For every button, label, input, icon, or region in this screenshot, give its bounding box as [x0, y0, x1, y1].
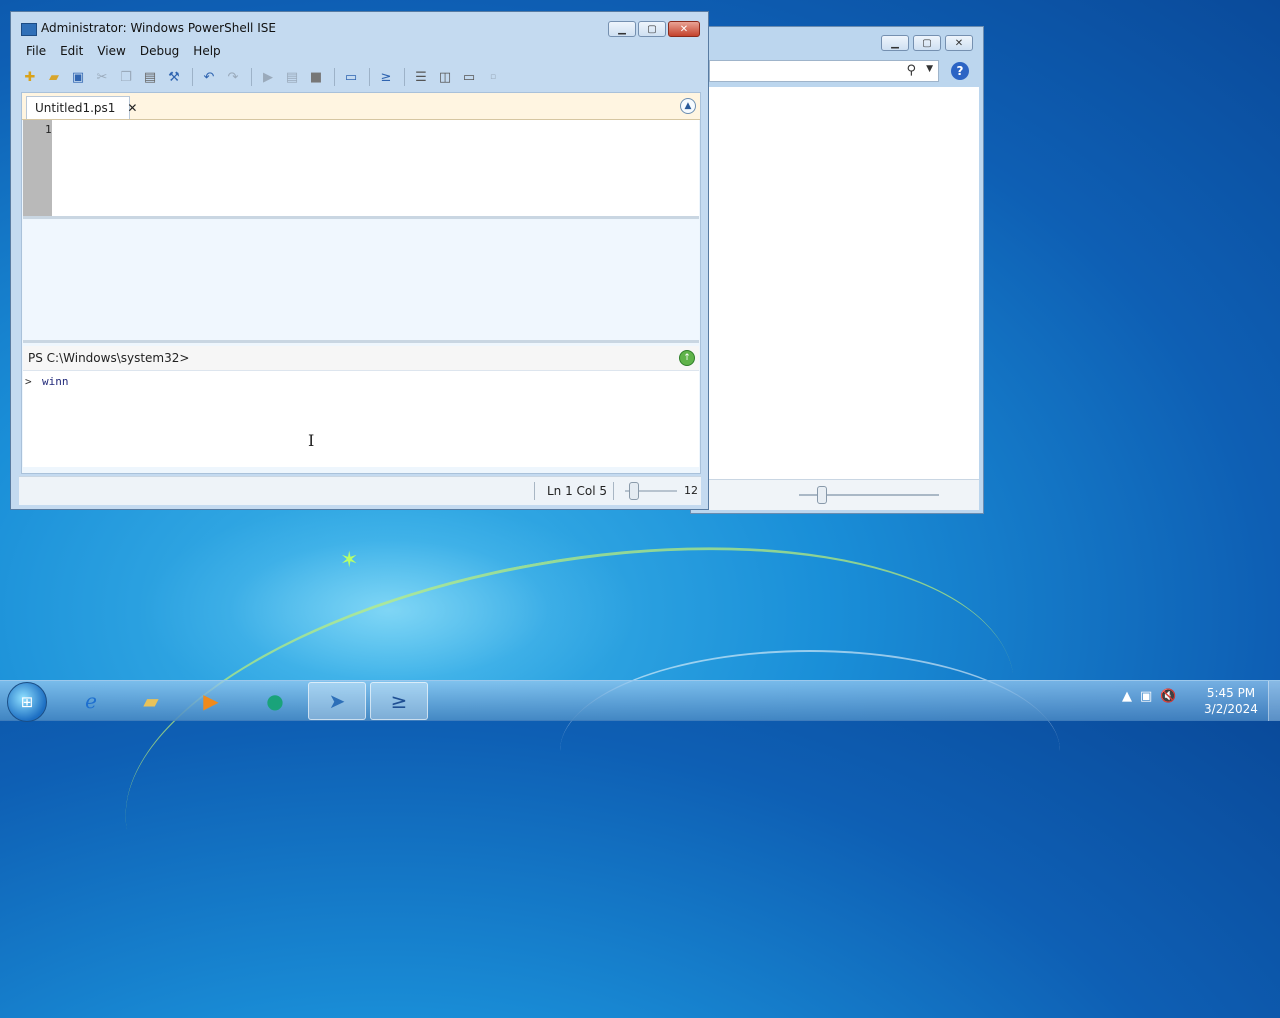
paste-icon[interactable]: ▤ [139, 66, 161, 88]
powershell-console-icon[interactable]: ≥ [375, 66, 397, 88]
maximize-button[interactable]: ▢ [913, 35, 941, 51]
run-selection-icon[interactable]: ▤ [281, 66, 303, 88]
menu-file[interactable]: File [19, 42, 53, 62]
status-separator [534, 482, 535, 500]
background-window-content [709, 87, 979, 479]
script-tab-strip: Untitled1.ps1 ✕ ▲ [22, 93, 700, 120]
search-box[interactable]: ⚲ ▼ [709, 60, 939, 82]
window-title: Administrator: Windows PowerShell ISE [41, 21, 276, 35]
stop-icon[interactable]: ■ [305, 66, 327, 88]
toolbar-separator [404, 68, 405, 86]
copy-icon[interactable]: ❐ [115, 66, 137, 88]
collapse-script-pane-icon[interactable]: ▲ [680, 98, 696, 114]
background-window[interactable]: ▁ ▢ ✕ ⚲ ▼ ? [690, 26, 984, 514]
taskbar: ⊞ ℯ ▰ ▶ ● ➤ ≥ ▲ ▣ 🔇 5:45 PM 3/2/2024 [0, 680, 1280, 722]
cut-icon[interactable]: ✂ [91, 66, 113, 88]
command-input[interactable]: winn [42, 375, 69, 388]
zoom-slider-thumb[interactable] [629, 482, 639, 500]
chevron-down-icon[interactable]: ▼ [926, 64, 933, 74]
clock-date: 3/2/2024 [1204, 702, 1258, 716]
output-pane[interactable] [23, 220, 699, 343]
clock[interactable]: 5:45 PM 3/2/2024 [1196, 685, 1266, 717]
show-hidden-icons-icon[interactable]: ▲ [1122, 689, 1132, 704]
powershell-ise-taskbar-icon[interactable]: ≥ [370, 682, 428, 720]
script-tab-label: Untitled1.ps1 [35, 101, 116, 115]
zoom-slider-thumb[interactable] [817, 486, 827, 504]
line-number-gutter: 1 [23, 120, 52, 216]
minimize-button[interactable]: ▁ [881, 35, 909, 51]
layout-right-icon[interactable]: ◫ [434, 66, 456, 88]
show-commands-icon[interactable]: ▫ [482, 66, 504, 88]
remote-powershell-icon[interactable]: ▭ [340, 66, 362, 88]
caption-buttons: ▁ ▢ ✕ [608, 21, 700, 37]
close-button[interactable]: ✕ [668, 21, 700, 37]
close-button[interactable]: ✕ [945, 35, 973, 51]
wallpaper-star-icon: ✶ [340, 548, 359, 573]
status-bar: Ln 1 Col 5 12 [19, 476, 701, 505]
menu-view[interactable]: View [90, 42, 132, 62]
help-icon[interactable]: ? [951, 62, 969, 80]
zoom-value: 12 [684, 484, 698, 497]
prompt-path: PS C:\Windows\system32> [28, 351, 190, 365]
prompt-bar: PS C:\Windows\system32> ↑ [23, 346, 699, 371]
open-folder-icon[interactable]: ▰ [43, 66, 65, 88]
command-pane[interactable]: > winn I [23, 371, 699, 467]
toolbar-separator [334, 68, 335, 86]
media-player-icon[interactable]: ▶ [182, 682, 240, 720]
layout-top-icon[interactable]: ☰ [410, 66, 432, 88]
search-icon[interactable]: ⚲ [906, 63, 916, 78]
cursor-position: Ln 1 Col 5 [547, 484, 608, 498]
start-button[interactable]: ⊞ [7, 682, 47, 722]
run-script-icon[interactable]: ▶ [257, 66, 279, 88]
toolbar-separator [251, 68, 252, 86]
toolbar: ✚ ▰ ▣ ✂ ❐ ▤ ⚒ ↶ ↷ ▶ ▤ ■ ▭ ≥ ☰ ◫ ▭ ▫ [19, 64, 701, 90]
clock-time: 5:45 PM [1206, 686, 1256, 700]
redo-icon[interactable]: ↷ [222, 66, 244, 88]
layout-maximized-icon[interactable]: ▭ [458, 66, 480, 88]
powershell-taskbar-icon[interactable]: ➤ [308, 682, 366, 720]
script-tab[interactable]: Untitled1.ps1 ✕ [26, 96, 137, 119]
clear-console-icon[interactable]: ⚒ [163, 66, 185, 88]
title-bar[interactable]: Administrator: Windows PowerShell ISE ▁ … [11, 12, 708, 44]
background-window-statusbar [709, 479, 979, 510]
powershell-ise-window: Administrator: Windows PowerShell ISE ▁ … [10, 11, 709, 510]
toolbar-separator [192, 68, 193, 86]
internet-explorer-icon[interactable]: ℯ [62, 682, 120, 720]
script-pane[interactable]: 1 [23, 120, 699, 219]
volume-muted-icon[interactable]: 🔇 [1160, 689, 1176, 704]
menu-debug[interactable]: Debug [133, 42, 186, 62]
minimize-button[interactable]: ▁ [608, 21, 636, 37]
run-command-icon[interactable]: ↑ [679, 350, 695, 366]
close-tab-icon[interactable]: ✕ [127, 101, 137, 115]
new-file-icon[interactable]: ✚ [19, 66, 41, 88]
command-prompt-symbol: > [25, 375, 32, 388]
menu-bar: File Edit View Debug Help [19, 42, 228, 62]
save-icon[interactable]: ▣ [67, 66, 89, 88]
powershell-ise-icon [21, 23, 37, 36]
maximize-button[interactable]: ▢ [638, 21, 666, 37]
system-tray: ▲ ▣ 🔇 [1122, 689, 1176, 704]
show-desktop-button[interactable] [1268, 681, 1280, 721]
background-window-caption-buttons: ▁ ▢ ✕ [881, 35, 973, 51]
text-cursor-icon: I [308, 431, 315, 450]
network-icon[interactable]: ▣ [1140, 689, 1152, 704]
menu-help[interactable]: Help [186, 42, 227, 62]
editor-frame: Untitled1.ps1 ✕ ▲ 1 PS C:\Windows\system… [21, 92, 701, 474]
windows-explorer-icon[interactable]: ▰ [122, 682, 180, 720]
line-number: 1 [45, 123, 52, 136]
undo-icon[interactable]: ↶ [198, 66, 220, 88]
status-separator [613, 482, 614, 500]
menu-edit[interactable]: Edit [53, 42, 90, 62]
chat-app-icon[interactable]: ● [246, 682, 304, 720]
toolbar-separator [369, 68, 370, 86]
